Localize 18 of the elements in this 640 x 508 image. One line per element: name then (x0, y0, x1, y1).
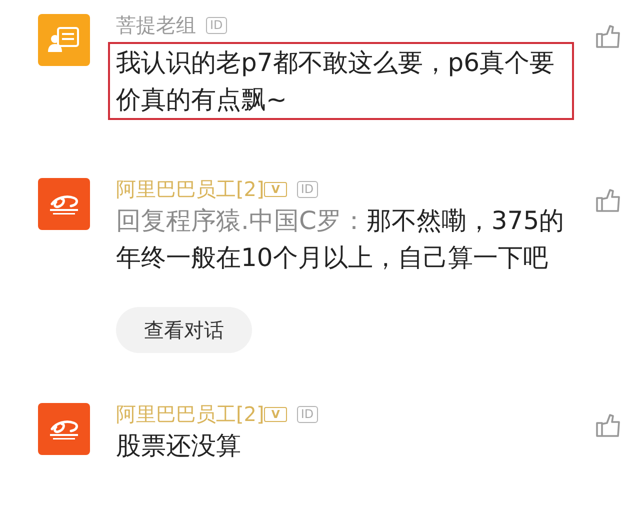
avatar-icon[interactable] (38, 14, 90, 66)
comment-text: 回复程序猿.中国C罗：那不然嘞，375的年终一般在10个月以上，自己算一下吧 (116, 205, 566, 274)
view-conversation-button[interactable]: 查看对话 (116, 307, 252, 353)
id-badge: ID (296, 180, 318, 198)
user-name[interactable]: 阿里巴巴员工[2] (116, 401, 264, 427)
like-icon[interactable] (594, 186, 622, 214)
avatar-icon[interactable] (38, 178, 90, 230)
id-badge: ID (206, 16, 227, 34)
like-icon[interactable] (594, 411, 622, 439)
id-badge: ID (296, 406, 318, 422)
level-badge: V (264, 406, 287, 422)
comment-text: 股票还没算 (116, 430, 242, 462)
avatar-icon[interactable] (38, 403, 90, 455)
comment-text: 我认识的老p7都不敢这么要，p6真个要价真的有点飘~ (108, 42, 574, 120)
user-name[interactable]: 菩提老组 (116, 12, 196, 38)
user-name[interactable]: 阿里巴巴员工[2] (116, 176, 264, 202)
level-badge: V (264, 182, 287, 196)
like-icon[interactable] (594, 22, 622, 50)
